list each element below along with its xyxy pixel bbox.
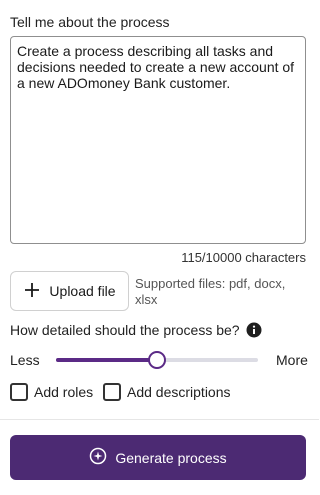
divider — [0, 419, 319, 420]
slider-fill — [56, 358, 157, 362]
add-descriptions-checkbox[interactable] — [103, 383, 121, 401]
upload-file-button[interactable]: Upload file — [10, 271, 129, 311]
process-description-input[interactable] — [10, 36, 306, 244]
add-roles-checkbox[interactable] — [10, 383, 28, 401]
add-roles-option[interactable]: Add roles — [10, 383, 93, 401]
sparkle-icon — [89, 447, 107, 468]
add-descriptions-option[interactable]: Add descriptions — [103, 383, 231, 401]
upload-file-label: Upload file — [49, 283, 116, 299]
slider-thumb[interactable] — [148, 351, 166, 369]
detail-level-slider[interactable] — [56, 350, 258, 370]
info-icon[interactable] — [246, 322, 262, 338]
detail-level-label: How detailed should the process be? — [10, 322, 262, 338]
plus-icon — [23, 281, 41, 302]
detail-level-text: How detailed should the process be? — [10, 322, 240, 338]
add-descriptions-label: Add descriptions — [127, 384, 231, 400]
character-count: 115/10000 characters — [181, 250, 306, 265]
more-label: More — [276, 352, 308, 368]
generate-process-label: Generate process — [115, 449, 227, 466]
process-description-label: Tell me about the process — [10, 14, 170, 30]
add-roles-label: Add roles — [34, 384, 94, 400]
less-label: Less — [10, 352, 40, 368]
supported-files-text: Supported files: pdf, docx, xlsx — [135, 276, 286, 307]
generate-process-button[interactable]: Generate process — [10, 435, 306, 480]
